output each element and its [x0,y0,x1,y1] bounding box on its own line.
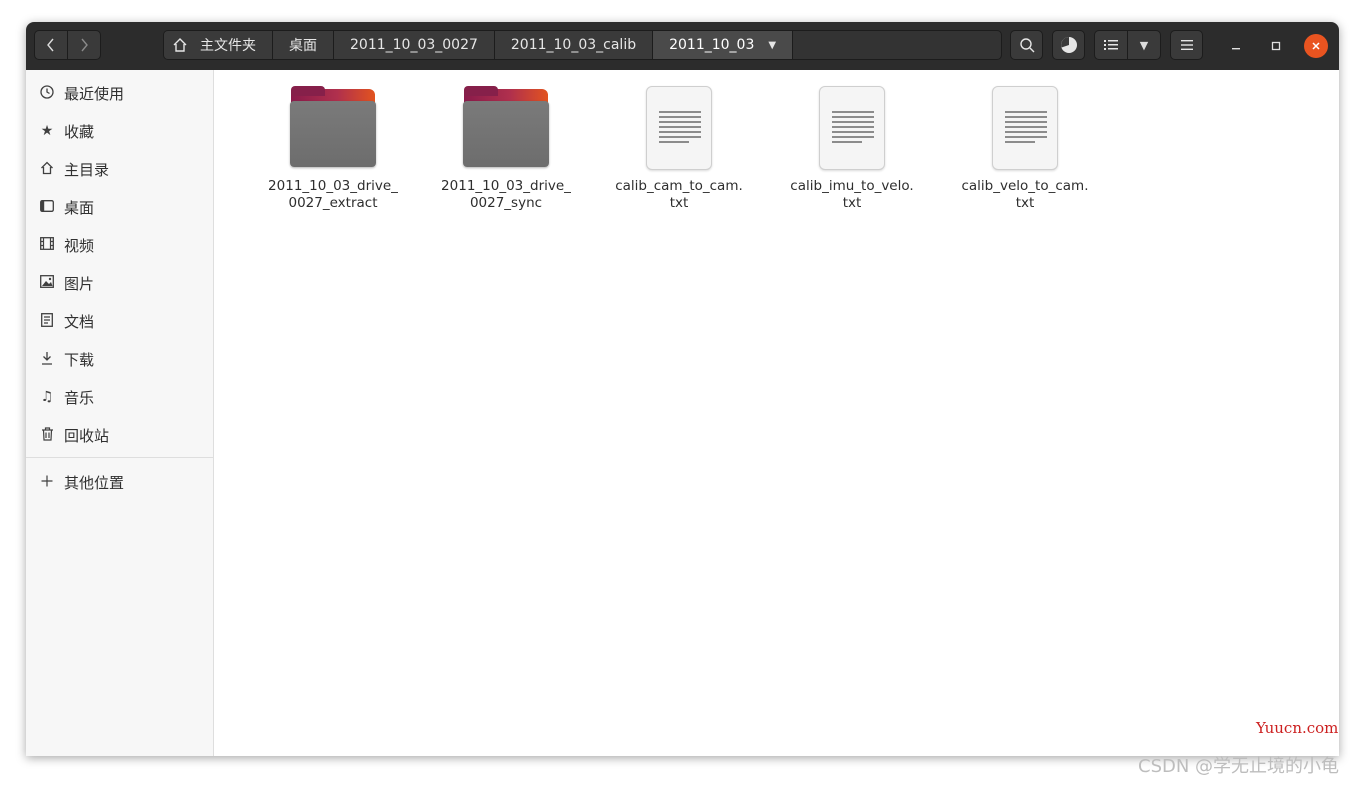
sidebar-item-trash[interactable]: 回收站 [26,416,214,454]
sidebar-item-label: 视频 [64,236,95,255]
header-bar: 主文件夹 桌面 2011_10_03_0027 2011_10_03_calib… [26,22,1339,71]
breadcrumb-desktop[interactable]: 桌面 [273,31,334,59]
author-watermark: CSDN @学无止境的小龟 [1138,756,1340,777]
home-icon [40,161,54,178]
sidebar-item-downloads[interactable]: 下载 [26,340,214,378]
breadcrumb-label: 2011_10_03_calib [510,37,637,53]
disk-usage-button[interactable] [1052,30,1085,60]
file-item[interactable]: calib_cam_to_cam. txt [604,86,754,212]
search-icon [1019,38,1034,53]
text-file-icon [646,86,712,170]
folder-item[interactable]: 2011_10_03_drive_ 0027_extract [258,86,408,212]
sidebar-item-pictures[interactable]: 图片 [26,264,214,302]
minimize-button[interactable] [1224,34,1248,58]
sidebar-item-home[interactable]: 主目录 [26,150,214,188]
sidebar-item-music[interactable]: ♫ 音乐 [26,378,214,416]
desktop-icon [40,199,54,215]
breadcrumb-label: 2011_10_03 [669,37,755,53]
file-label: calib_imu_to_velo. txt [790,178,914,211]
sidebar-item-label: 文档 [64,312,95,331]
music-icon: ♫ [40,389,54,405]
trash-icon [40,426,54,444]
file-item[interactable]: calib_velo_to_cam. txt [950,86,1100,212]
breadcrumb-calib[interactable]: 2011_10_03_calib [494,31,654,59]
plus-icon [40,475,54,490]
sidebar-item-desktop[interactable]: 桌面 [26,188,214,226]
chevron-left-icon [47,38,54,52]
view-options-dropdown[interactable]: ▼ [1127,30,1161,60]
caret-down-icon: ▼ [768,39,777,51]
breadcrumb-current[interactable]: 2011_10_03 ▼ [653,31,794,59]
sidebar-item-starred[interactable]: ★ 收藏 [26,112,214,150]
image-icon [40,275,54,291]
path-bar: 主文件夹 桌面 2011_10_03_0027 2011_10_03_calib… [163,30,1002,60]
sidebar-item-label: 图片 [64,274,95,293]
sidebar-item-label: 其他位置 [64,473,125,492]
sidebar-item-label: 下载 [64,350,95,369]
sidebar-item-label: 回收站 [64,426,110,445]
breadcrumb-home[interactable]: 主文件夹 [164,31,273,59]
main-menu-button[interactable] [1170,30,1203,60]
file-label: calib_cam_to_cam. txt [615,178,743,211]
close-icon [1312,42,1320,50]
sidebar-item-label: 收藏 [64,122,95,141]
breadcrumb-label: 2011_10_03_0027 [350,37,478,53]
close-button[interactable] [1304,34,1328,58]
maximize-button[interactable] [1264,34,1288,58]
back-button[interactable] [34,30,68,60]
download-icon [40,351,54,368]
sidebar-item-recent[interactable]: 最近使用 [26,74,214,112]
sidebar-item-label: 最近使用 [64,84,125,103]
search-button[interactable] [1010,30,1043,60]
hamburger-menu-icon [1180,40,1193,50]
file-view: 2011_10_03_drive_ 0027_extract 2011_10_03… [214,70,1339,756]
disk-usage-icon [1060,37,1077,53]
film-icon [40,237,54,253]
list-view-icon [1104,40,1118,50]
site-watermark: Yuucn.com [1256,719,1339,737]
text-file-icon [992,86,1058,170]
minimize-icon [1232,48,1240,50]
caret-down-icon: ▼ [1139,38,1149,52]
folder-icon [290,86,376,170]
home-icon [173,38,187,52]
forward-button[interactable] [67,30,101,60]
breadcrumb-label: 主文件夹 [200,38,256,54]
sidebar-item-label: 桌面 [64,198,95,217]
sidebar-item-label: 主目录 [64,160,110,179]
breadcrumb-0027[interactable]: 2011_10_03_0027 [334,31,495,59]
file-manager-window: 主文件夹 桌面 2011_10_03_0027 2011_10_03_calib… [26,22,1339,756]
folder-item[interactable]: 2011_10_03_drive_ 0027_sync [431,86,581,212]
maximize-icon [1271,41,1281,51]
file-label: 2011_10_03_drive_ 0027_sync [441,178,571,211]
sidebar-divider [26,457,214,458]
file-item[interactable]: calib_imu_to_velo. txt [777,86,927,212]
sidebar-item-videos[interactable]: 视频 [26,226,214,264]
star-icon: ★ [40,123,54,139]
sidebar-item-other-locations[interactable]: 其他位置 [26,463,214,501]
document-icon [40,312,54,330]
file-label: 2011_10_03_drive_ 0027_extract [268,178,398,211]
sidebar-item-label: 音乐 [64,388,95,407]
sidebar: 最近使用 ★ 收藏 主目录 桌面 视频 图片 文档 下载 ♫ 音乐 回收站 其他… [26,70,214,756]
breadcrumb-label: 桌面 [289,38,317,54]
folder-icon [463,86,549,170]
sidebar-item-documents[interactable]: 文档 [26,302,214,340]
file-label: calib_velo_to_cam. txt [961,178,1089,211]
clock-icon [40,84,54,102]
view-toggle-button[interactable] [1094,30,1128,60]
text-file-icon [819,86,885,170]
chevron-right-icon [81,38,88,52]
